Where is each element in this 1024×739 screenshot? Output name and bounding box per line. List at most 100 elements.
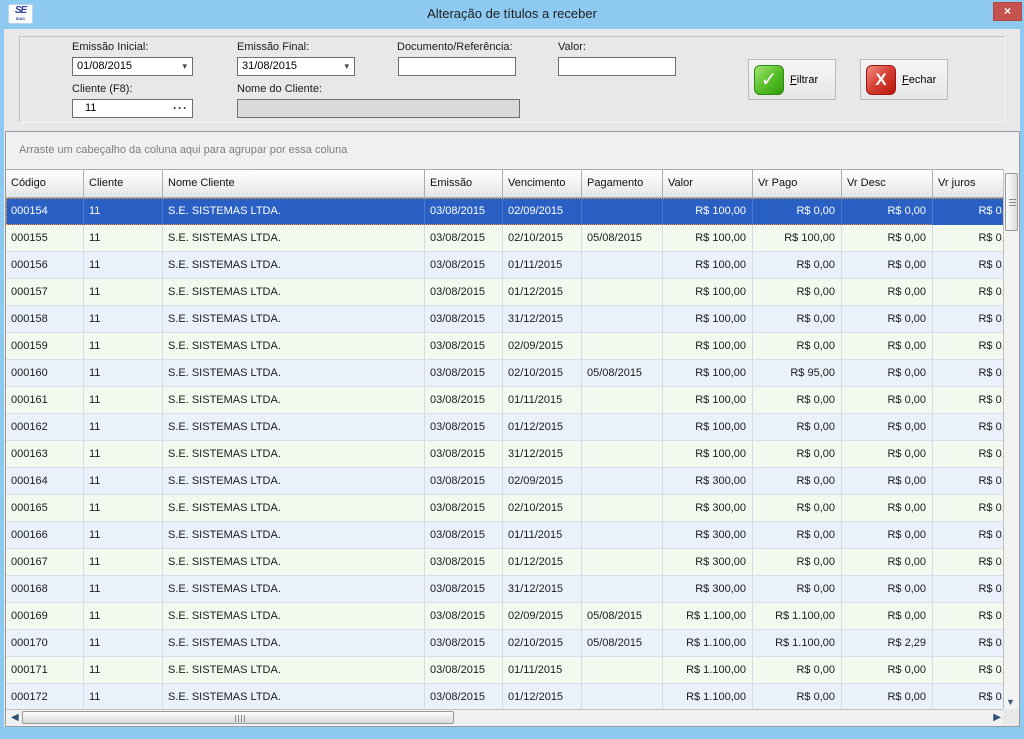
scroll-down-icon[interactable]: ▼ <box>1006 697 1015 707</box>
grid-cell-valor[interactable]: R$ 100,00 <box>663 198 753 225</box>
grid-cell-cliente[interactable]: 11 <box>84 306 163 333</box>
grid-cell-valor[interactable]: R$ 100,00 <box>663 387 753 414</box>
grid-cell-vr_pago[interactable]: R$ 0,00 <box>753 279 842 306</box>
grid-cell-codigo[interactable]: 000156 <box>6 252 84 279</box>
column-header-vr_juros[interactable]: Vr juros <box>933 169 1004 198</box>
grid-cell-codigo[interactable]: 000158 <box>6 306 84 333</box>
grid-cell-valor[interactable]: R$ 100,00 <box>663 333 753 360</box>
grid-cell-cliente[interactable]: 11 <box>84 576 163 603</box>
horizontal-scrollbar-thumb[interactable] <box>22 711 454 724</box>
column-header-emissao[interactable]: Emissão <box>425 169 503 198</box>
grid-cell-cliente[interactable]: 11 <box>84 441 163 468</box>
grid-cell-codigo[interactable]: 000163 <box>6 441 84 468</box>
grid-cell-codigo[interactable]: 000159 <box>6 333 84 360</box>
grid-cell-cliente[interactable]: 11 <box>84 333 163 360</box>
grid-cell-nome[interactable]: S.E. SISTEMAS LTDA. <box>163 198 425 225</box>
grid-cell-cliente[interactable]: 11 <box>84 387 163 414</box>
grid-cell-nome[interactable]: S.E. SISTEMAS LTDA. <box>163 387 425 414</box>
column-header-vencimento[interactable]: Vencimento <box>503 169 582 198</box>
grid-cell-nome[interactable]: S.E. SISTEMAS LTDA. <box>163 576 425 603</box>
grid-cell-vr_juros[interactable]: R$ 0,00 <box>933 576 1004 603</box>
table-row[interactable]: 00016611S.E. SISTEMAS LTDA.03/08/201501/… <box>6 522 1004 549</box>
grid-cell-vr_juros[interactable]: R$ 0,00 <box>933 657 1004 684</box>
grid-cell-vencimento[interactable]: 01/12/2015 <box>503 414 582 441</box>
table-row[interactable]: 00015711S.E. SISTEMAS LTDA.03/08/201501/… <box>6 279 1004 306</box>
grid-cell-vr_pago[interactable]: R$ 1.100,00 <box>753 630 842 657</box>
grid-cell-vr_juros[interactable]: R$ 0,00 <box>933 468 1004 495</box>
grid-cell-valor[interactable]: R$ 100,00 <box>663 252 753 279</box>
grid-cell-vr_pago[interactable]: R$ 0,00 <box>753 549 842 576</box>
grid-cell-nome[interactable]: S.E. SISTEMAS LTDA. <box>163 495 425 522</box>
valor-input[interactable] <box>558 57 676 76</box>
grid-cell-pagamento[interactable] <box>582 468 663 495</box>
grid-cell-valor[interactable]: R$ 300,00 <box>663 549 753 576</box>
grid-cell-pagamento[interactable] <box>582 414 663 441</box>
cliente-input[interactable]: 11 ··· <box>72 99 193 118</box>
grid-cell-emissao[interactable]: 03/08/2015 <box>425 333 503 360</box>
grid-cell-emissao[interactable]: 03/08/2015 <box>425 468 503 495</box>
grid-cell-vr_desc[interactable]: R$ 0,00 <box>842 495 933 522</box>
grid-cell-vr_pago[interactable]: R$ 0,00 <box>753 468 842 495</box>
grid-cell-codigo[interactable]: 000154 <box>6 198 84 225</box>
grid-cell-vr_pago[interactable]: R$ 0,00 <box>753 495 842 522</box>
grid-cell-cliente[interactable]: 11 <box>84 468 163 495</box>
grid-cell-codigo[interactable]: 000169 <box>6 603 84 630</box>
grid-cell-nome[interactable]: S.E. SISTEMAS LTDA. <box>163 414 425 441</box>
grid-cell-vr_juros[interactable]: R$ 0,00 <box>933 333 1004 360</box>
grid-cell-pagamento[interactable]: 05/08/2015 <box>582 603 663 630</box>
grid-cell-nome[interactable]: S.E. SISTEMAS LTDA. <box>163 468 425 495</box>
grid-cell-pagamento[interactable] <box>582 684 663 711</box>
grid-cell-cliente[interactable]: 11 <box>84 630 163 657</box>
grid-cell-vr_pago[interactable]: R$ 0,00 <box>753 252 842 279</box>
grid-cell-emissao[interactable]: 03/08/2015 <box>425 387 503 414</box>
grid-cell-vencimento[interactable]: 01/12/2015 <box>503 684 582 711</box>
grid-cell-pagamento[interactable]: 05/08/2015 <box>582 225 663 252</box>
table-row[interactable]: 00016711S.E. SISTEMAS LTDA.03/08/201501/… <box>6 549 1004 576</box>
grid-cell-vencimento[interactable]: 01/11/2015 <box>503 387 582 414</box>
grid-cell-vr_pago[interactable]: R$ 0,00 <box>753 414 842 441</box>
grid-cell-emissao[interactable]: 03/08/2015 <box>425 495 503 522</box>
grid-cell-pagamento[interactable]: 05/08/2015 <box>582 360 663 387</box>
group-by-panel[interactable]: Arraste um cabeçalho da coluna aqui para… <box>6 132 1019 169</box>
grid-cell-cliente[interactable]: 11 <box>84 549 163 576</box>
grid-cell-emissao[interactable]: 03/08/2015 <box>425 603 503 630</box>
grid-cell-valor[interactable]: R$ 1.100,00 <box>663 684 753 711</box>
grid-cell-nome[interactable]: S.E. SISTEMAS LTDA. <box>163 279 425 306</box>
grid-cell-cliente[interactable]: 11 <box>84 414 163 441</box>
grid-cell-cliente[interactable]: 11 <box>84 198 163 225</box>
grid-cell-pagamento[interactable] <box>582 333 663 360</box>
grid-cell-vr_pago[interactable]: R$ 0,00 <box>753 657 842 684</box>
grid-cell-nome[interactable]: S.E. SISTEMAS LTDA. <box>163 603 425 630</box>
grid-cell-cliente[interactable]: 11 <box>84 495 163 522</box>
grid-cell-valor[interactable]: R$ 1.100,00 <box>663 657 753 684</box>
grid-cell-codigo[interactable]: 000161 <box>6 387 84 414</box>
grid-cell-cliente[interactable]: 11 <box>84 684 163 711</box>
grid-cell-nome[interactable]: S.E. SISTEMAS LTDA. <box>163 252 425 279</box>
grid-cell-vencimento[interactable]: 02/09/2015 <box>503 468 582 495</box>
window-close-button[interactable]: × <box>993 2 1022 21</box>
grid-cell-valor[interactable]: R$ 1.100,00 <box>663 603 753 630</box>
grid-cell-vencimento[interactable]: 02/10/2015 <box>503 225 582 252</box>
table-row[interactable]: 00016811S.E. SISTEMAS LTDA.03/08/201531/… <box>6 576 1004 603</box>
grid-cell-vr_pago[interactable]: R$ 0,00 <box>753 441 842 468</box>
grid-cell-vr_desc[interactable]: R$ 0,00 <box>842 549 933 576</box>
grid-cell-vencimento[interactable]: 01/11/2015 <box>503 657 582 684</box>
table-row[interactable]: 00016511S.E. SISTEMAS LTDA.03/08/201502/… <box>6 495 1004 522</box>
grid-cell-vencimento[interactable]: 31/12/2015 <box>503 306 582 333</box>
grid-cell-nome[interactable]: S.E. SISTEMAS LTDA. <box>163 549 425 576</box>
grid-cell-vencimento[interactable]: 02/10/2015 <box>503 495 582 522</box>
filtrar-button[interactable]: ✓ Filtrar <box>748 59 836 100</box>
column-header-nome[interactable]: Nome Cliente <box>163 169 425 198</box>
grid-cell-emissao[interactable]: 03/08/2015 <box>425 522 503 549</box>
grid-cell-valor[interactable]: R$ 300,00 <box>663 468 753 495</box>
grid-cell-vencimento[interactable]: 31/12/2015 <box>503 441 582 468</box>
grid-cell-codigo[interactable]: 000168 <box>6 576 84 603</box>
cliente-browse-button[interactable]: ··· <box>173 101 188 115</box>
grid-cell-vencimento[interactable]: 02/09/2015 <box>503 333 582 360</box>
grid-cell-codigo[interactable]: 000172 <box>6 684 84 711</box>
grid-cell-codigo[interactable]: 000171 <box>6 657 84 684</box>
grid-cell-pagamento[interactable]: 05/08/2015 <box>582 630 663 657</box>
grid-cell-vr_juros[interactable]: R$ 0,00 <box>933 414 1004 441</box>
grid-cell-vencimento[interactable]: 02/10/2015 <box>503 630 582 657</box>
grid-cell-cliente[interactable]: 11 <box>84 522 163 549</box>
